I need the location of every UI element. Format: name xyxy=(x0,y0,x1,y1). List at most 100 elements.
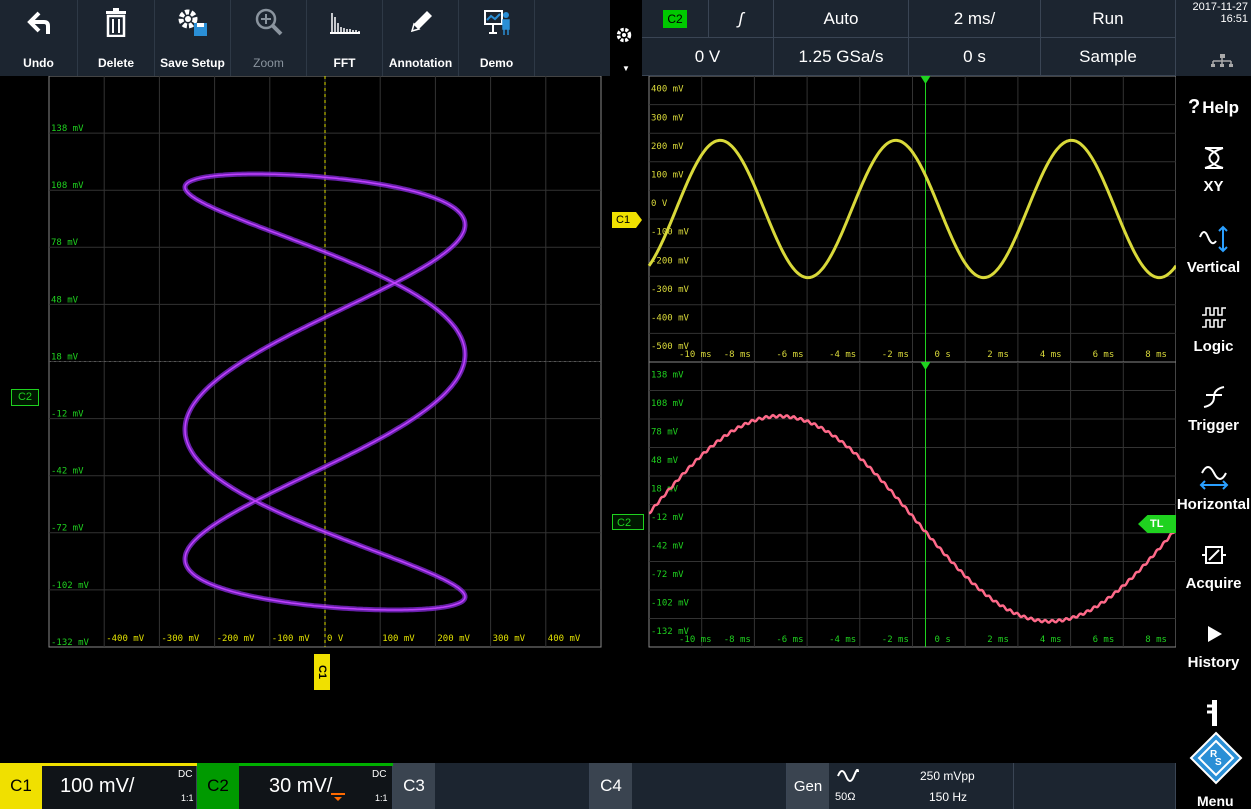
c2-y-tick: -12 mV xyxy=(651,513,684,523)
svg-text:S: S xyxy=(1215,757,1222,768)
c2-x-tick: 2 ms xyxy=(987,635,1009,645)
c2-x-tick: -10 ms xyxy=(679,635,712,645)
channel-c1-tab[interactable]: C1 100 mV/ DC 1:1 xyxy=(0,763,197,809)
xy-x-tick: 200 mV xyxy=(437,634,470,644)
xy-y-tick: -12 mV xyxy=(51,410,84,420)
xy-y-tick: 78 mV xyxy=(51,238,79,248)
history-button[interactable]: History xyxy=(1176,616,1251,691)
channel-c4-tab[interactable]: C4 xyxy=(590,763,787,809)
c2-y-tick: 48 mV xyxy=(651,456,679,466)
xy-c2-marker[interactable]: C2 xyxy=(11,389,39,406)
time-label: 16:51 xyxy=(1220,13,1248,25)
c2-offset-marker[interactable]: C2 xyxy=(612,514,644,530)
c1-x-tick: 0 s xyxy=(935,350,951,360)
trigger-label: Trigger xyxy=(1188,417,1239,434)
xy-c1-marker[interactable]: C1 xyxy=(314,654,330,690)
c2-y-tick: -72 mV xyxy=(651,570,684,580)
xy-y-tick: -132 mV xyxy=(51,638,90,648)
xy-label: XY xyxy=(1203,178,1224,195)
pencil-icon xyxy=(383,6,458,38)
demo-button[interactable]: Demo xyxy=(459,0,535,76)
c1-offset-marker[interactable]: C1 xyxy=(612,212,642,228)
date-label: 2017-11-27 xyxy=(1192,1,1248,13)
help-label: Help xyxy=(1202,97,1240,117)
horizontal-offset[interactable]: 0 s xyxy=(909,38,1041,76)
fft-label: FFT xyxy=(333,56,356,70)
c1-x-tick: -6 ms xyxy=(776,350,803,360)
c1-x-tick: -2 ms xyxy=(882,350,909,360)
trigger-button[interactable]: Trigger xyxy=(1176,379,1251,454)
c2-name: C2 xyxy=(197,763,239,809)
xy-icon xyxy=(1201,140,1227,176)
xy-x-tick: -100 mV xyxy=(272,634,311,644)
trigger-slope[interactable]: ʃ xyxy=(709,0,774,38)
toolbar-spacer xyxy=(535,0,610,76)
acquisition-mode[interactable]: Sample xyxy=(1041,38,1176,76)
history-label: History xyxy=(1187,654,1240,671)
trigger-mode[interactable]: Auto xyxy=(774,0,909,38)
c1-y-tick: 400 mV xyxy=(651,85,684,95)
xy-y-tick: 48 mV xyxy=(51,295,79,305)
probe-icon xyxy=(1203,695,1225,731)
acquire-label: Acquire xyxy=(1185,575,1242,592)
trash-icon xyxy=(78,6,154,38)
channel-c2-tab[interactable]: C2 30 mV/ DC 1:1 xyxy=(197,763,393,809)
logic-button[interactable]: Logic xyxy=(1176,300,1251,375)
c2-scale: 30 mV/ xyxy=(269,775,333,797)
acquire-button[interactable]: Acquire xyxy=(1176,537,1251,612)
generator-tab[interactable]: Gen 50Ω 250 mVpp 150 Hz xyxy=(787,763,1014,809)
zoom-button[interactable]: Zoom xyxy=(231,0,307,76)
c2-x-tick: -8 ms xyxy=(724,635,751,645)
undo-button[interactable]: Undo xyxy=(0,0,78,76)
c1-y-tick: -200 mV xyxy=(651,256,690,266)
run-state[interactable]: Run xyxy=(1041,0,1176,38)
chevron-down-icon: ▼ xyxy=(622,64,630,73)
gen-impedance: 50Ω xyxy=(835,791,856,803)
trigger-level[interactable]: 0 V xyxy=(642,38,774,76)
c1-x-tick: 2 ms xyxy=(987,350,1009,360)
c2-y-tick: -102 mV xyxy=(651,599,690,609)
acquire-icon xyxy=(1200,537,1228,573)
help-icon: ? xyxy=(1187,96,1201,118)
time-scale[interactable]: 2 ms/ xyxy=(909,0,1041,38)
c2-y-tick: -42 mV xyxy=(651,542,684,552)
settings-button[interactable]: ▼ xyxy=(611,0,639,76)
xy-x-tick: -300 mV xyxy=(161,634,200,644)
menu-button[interactable]: RS Menu xyxy=(1183,731,1249,809)
status-area: 2017-11-27 16:51 xyxy=(1176,0,1251,76)
rs-logo-icon: RS xyxy=(1189,731,1243,790)
fft-icon xyxy=(307,6,382,38)
xy-button[interactable]: XY xyxy=(1176,140,1251,215)
xy-x-tick: 400 mV xyxy=(548,634,581,644)
save-setup-button[interactable]: Save Setup xyxy=(155,0,231,76)
undo-icon xyxy=(0,6,77,38)
zoom-icon xyxy=(231,6,306,38)
logic-icon xyxy=(1200,300,1228,336)
c2-color-strip xyxy=(239,763,393,766)
xy-y-tick: -72 mV xyxy=(51,524,84,534)
c1-x-tick: -8 ms xyxy=(724,350,751,360)
sample-rate[interactable]: 1.25 GSa/s xyxy=(774,38,909,76)
c2-x-tick: 4 ms xyxy=(1040,635,1062,645)
c1-x-tick: 6 ms xyxy=(1093,350,1115,360)
c2-x-tick: 0 s xyxy=(935,635,951,645)
channel-c3-tab[interactable]: C3 xyxy=(393,763,590,809)
c1-x-tick: -4 ms xyxy=(829,350,856,360)
c2-x-tick: -2 ms xyxy=(882,635,909,645)
delete-button[interactable]: Delete xyxy=(78,0,155,76)
horizontal-button[interactable]: Horizontal xyxy=(1176,458,1251,533)
annotation-button[interactable]: Annotation xyxy=(383,0,459,76)
fft-button[interactable]: FFT xyxy=(307,0,383,76)
c2-bandwidth-icon xyxy=(331,789,345,801)
gen-frequency: 150 Hz xyxy=(929,790,968,804)
help-button[interactable]: ? Help xyxy=(1176,85,1251,130)
c2-x-tick: -4 ms xyxy=(829,635,856,645)
vertical-button[interactable]: Vertical xyxy=(1176,221,1251,296)
xy-c1-marker-label: C1 xyxy=(316,664,328,680)
trigger-source[interactable]: C2 xyxy=(642,0,709,38)
trigger-source-badge: C2 xyxy=(663,9,687,28)
bottom-bar-spacer xyxy=(1014,763,1176,809)
c1-scale: 100 mV/ xyxy=(60,775,135,797)
c1-y-tick: 300 mV xyxy=(651,113,684,123)
vertical-icon xyxy=(1198,221,1230,257)
